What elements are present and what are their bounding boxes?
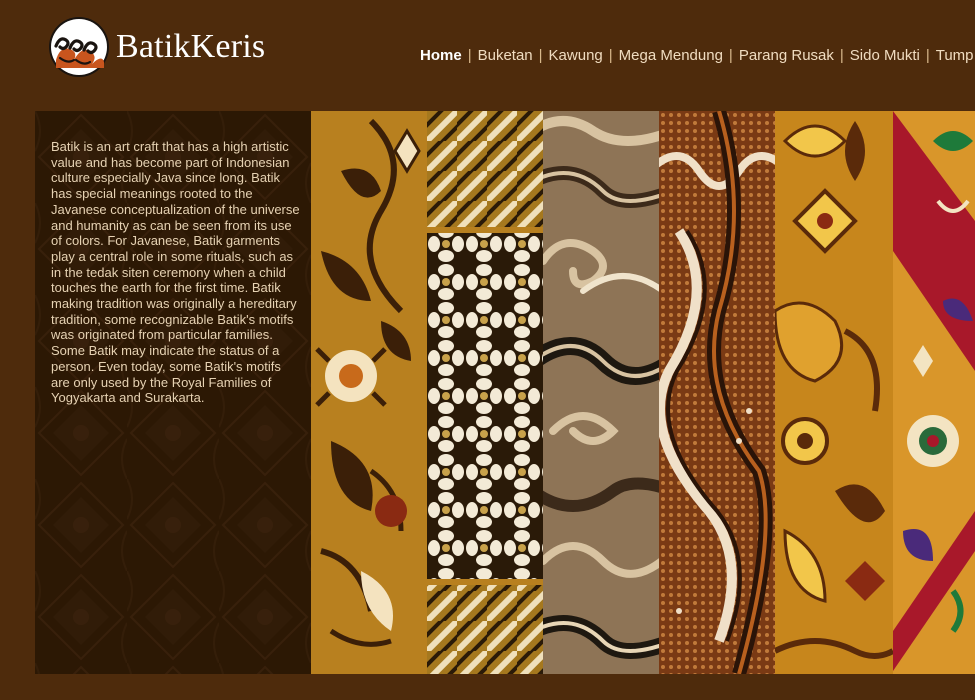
batik-strip-tumpal[interactable]	[893, 111, 975, 674]
nav-separator: |	[925, 47, 930, 64]
nav-separator: |	[728, 47, 733, 64]
nav-item-tumpal[interactable]: Tump	[936, 47, 974, 64]
nav-item-mega-mendung[interactable]: Mega Mendung	[619, 47, 723, 64]
nav-item-parang-rusak[interactable]: Parang Rusak	[739, 47, 834, 64]
nav-item-home[interactable]: Home	[420, 47, 462, 64]
batik-strip-sido-mukti[interactable]	[775, 111, 893, 674]
nav-separator: |	[538, 47, 543, 64]
batik-strip-parang-rusak[interactable]	[659, 111, 775, 674]
site-header: BatikKeris Home | Buketan | Kawung | Meg…	[0, 0, 975, 110]
batik-showcase: Batik is an art craft that has a high ar…	[35, 111, 975, 674]
sido-mukti-motif-image	[775, 111, 893, 674]
intro-paragraph: Batik is an art craft that has a high ar…	[51, 139, 300, 406]
brand-name: BatikKeris	[116, 28, 266, 65]
batik-strip-buketan[interactable]	[311, 111, 427, 674]
parang-rusak-motif-image	[659, 111, 775, 674]
buketan-motif-image	[311, 111, 427, 674]
main-nav: Home | Buketan | Kawung | Mega Mendung |…	[420, 47, 974, 64]
nav-item-buketan[interactable]: Buketan	[478, 47, 533, 64]
nav-item-sido-mukti[interactable]: Sido Mukti	[850, 47, 920, 64]
site-logo[interactable]: BatikKeris	[48, 16, 265, 78]
nav-item-kawung[interactable]: Kawung	[549, 47, 603, 64]
intro-panel: Batik is an art craft that has a high ar…	[35, 111, 311, 674]
batik-strip-kawung[interactable]	[427, 111, 543, 674]
mega-mendung-motif-image	[543, 111, 659, 674]
batik-strip-mega-mendung[interactable]	[543, 111, 659, 674]
nav-separator: |	[467, 47, 472, 64]
tumpal-motif-image	[893, 111, 975, 674]
nav-separator: |	[608, 47, 613, 64]
nav-separator: |	[839, 47, 844, 64]
logo-emblem-icon	[49, 17, 109, 77]
kawung-motif-image	[427, 111, 543, 674]
